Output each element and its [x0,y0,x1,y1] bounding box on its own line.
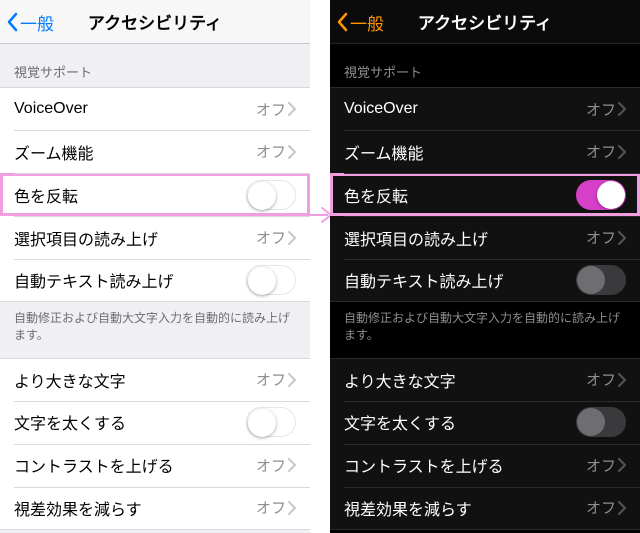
section-footer-autotext: 自動修正および自動大文字入力を自動的に読み上げます。 [330,302,640,358]
row-speak-selection[interactable]: 選択項目の読み上げ オフ [330,216,640,259]
chevron-right-icon [618,231,626,245]
row-contrast[interactable]: コントラストを上げる オフ [330,444,640,487]
back-label: 一般 [20,10,54,35]
row-label: コントラストを上げる [14,453,256,477]
row-value: オフ [586,455,616,476]
row-label: VoiceOver [14,100,256,118]
chevron-right-icon [288,373,296,387]
row-value: オフ [256,227,286,248]
row-value: オフ [586,141,616,162]
row-label: より大きな文字 [14,368,256,392]
row-value: オフ [586,99,616,120]
row-label: 自動テキスト読み上げ [344,268,576,292]
toggle-speak-auto-text[interactable] [246,265,296,295]
toggle-invert-colors[interactable] [576,180,626,210]
row-label: 文字を太くする [344,410,576,434]
chevron-right-icon [618,501,626,515]
row-value: オフ [586,369,616,390]
row-invert-colors[interactable]: 色を反転 [0,173,310,216]
section-header-visual: 視覚サポート [0,44,310,87]
row-label: 選択項目の読み上げ [14,226,256,250]
navbar: 一般 アクセシビリティ [0,0,310,44]
chevron-right-icon [288,458,296,472]
row-contrast[interactable]: コントラストを上げる オフ [0,444,310,487]
toggle-knob [577,266,605,294]
chevron-right-icon [618,373,626,387]
chevron-right-icon [618,145,626,159]
row-label: 視差効果を減らす [344,496,586,520]
back-button[interactable]: 一般 [336,0,384,44]
row-label: 自動テキスト読み上げ [14,268,246,292]
row-bold-text[interactable]: 文字を太くする [330,401,640,444]
back-label: 一般 [350,10,384,35]
row-value: オフ [256,141,286,162]
toggle-knob [248,267,276,295]
chevron-left-icon [6,12,18,32]
row-invert-colors[interactable]: 色を反転 [330,173,640,216]
row-label: コントラストを上げる [344,453,586,477]
row-reduce-motion[interactable]: 視差効果を減らす オフ [0,487,310,530]
chevron-right-icon [618,458,626,472]
row-value: オフ [586,497,616,518]
page-title: アクセシビリティ [88,9,222,34]
row-voiceover[interactable]: VoiceOver オフ [330,87,640,130]
row-bold-text[interactable]: 文字を太くする [0,401,310,444]
row-reduce-motion[interactable]: 視差効果を減らす オフ [330,487,640,530]
toggle-invert-colors[interactable] [246,180,296,210]
toggle-speak-auto-text[interactable] [576,265,626,295]
chevron-right-icon [288,501,296,515]
settings-pane-light: 一般 アクセシビリティ 視覚サポート VoiceOver オフ ズーム機能 オフ… [0,0,310,533]
row-voiceover[interactable]: VoiceOver オフ [0,87,310,130]
row-zoom[interactable]: ズーム機能 オフ [330,130,640,173]
row-label: 文字を太くする [14,410,246,434]
settings-pane-dark: 一般 アクセシビリティ 視覚サポート VoiceOver オフ ズーム機能 オフ… [330,0,640,533]
chevron-right-icon [288,102,296,116]
row-label: ズーム機能 [14,140,256,164]
chevron-left-icon [336,12,348,32]
toggle-bold-text[interactable] [246,407,296,437]
row-speak-auto-text[interactable]: 自動テキスト読み上げ [330,259,640,302]
toggle-knob [248,409,276,437]
toggle-knob [248,182,276,210]
row-label: 選択項目の読み上げ [344,226,586,250]
row-value: オフ [256,99,286,120]
row-larger-type[interactable]: より大きな文字 オフ [330,358,640,401]
row-speak-selection[interactable]: 選択項目の読み上げ オフ [0,216,310,259]
row-value: オフ [586,227,616,248]
row-label: 色を反転 [14,183,246,207]
back-button[interactable]: 一般 [6,0,54,44]
row-larger-type[interactable]: より大きな文字 オフ [0,358,310,401]
row-label: より大きな文字 [344,368,586,392]
row-label: ズーム機能 [344,140,586,164]
row-label: 視差効果を減らす [14,496,256,520]
chevron-right-icon [618,102,626,116]
toggle-knob [597,181,625,209]
chevron-right-icon [288,145,296,159]
row-value: オフ [256,455,286,476]
row-value: オフ [256,497,286,518]
section-footer-autotext: 自動修正および自動大文字入力を自動的に読み上げます。 [0,302,310,358]
page-title: アクセシビリティ [418,9,552,34]
navbar: 一般 アクセシビリティ [330,0,640,44]
row-label: 色を反転 [344,183,576,207]
toggle-bold-text[interactable] [576,407,626,437]
row-value: オフ [256,369,286,390]
toggle-knob [577,408,605,436]
row-speak-auto-text[interactable]: 自動テキスト読み上げ [0,259,310,302]
row-zoom[interactable]: ズーム機能 オフ [0,130,310,173]
section-header-visual: 視覚サポート [330,44,640,87]
chevron-right-icon [288,231,296,245]
row-label: VoiceOver [344,100,586,118]
